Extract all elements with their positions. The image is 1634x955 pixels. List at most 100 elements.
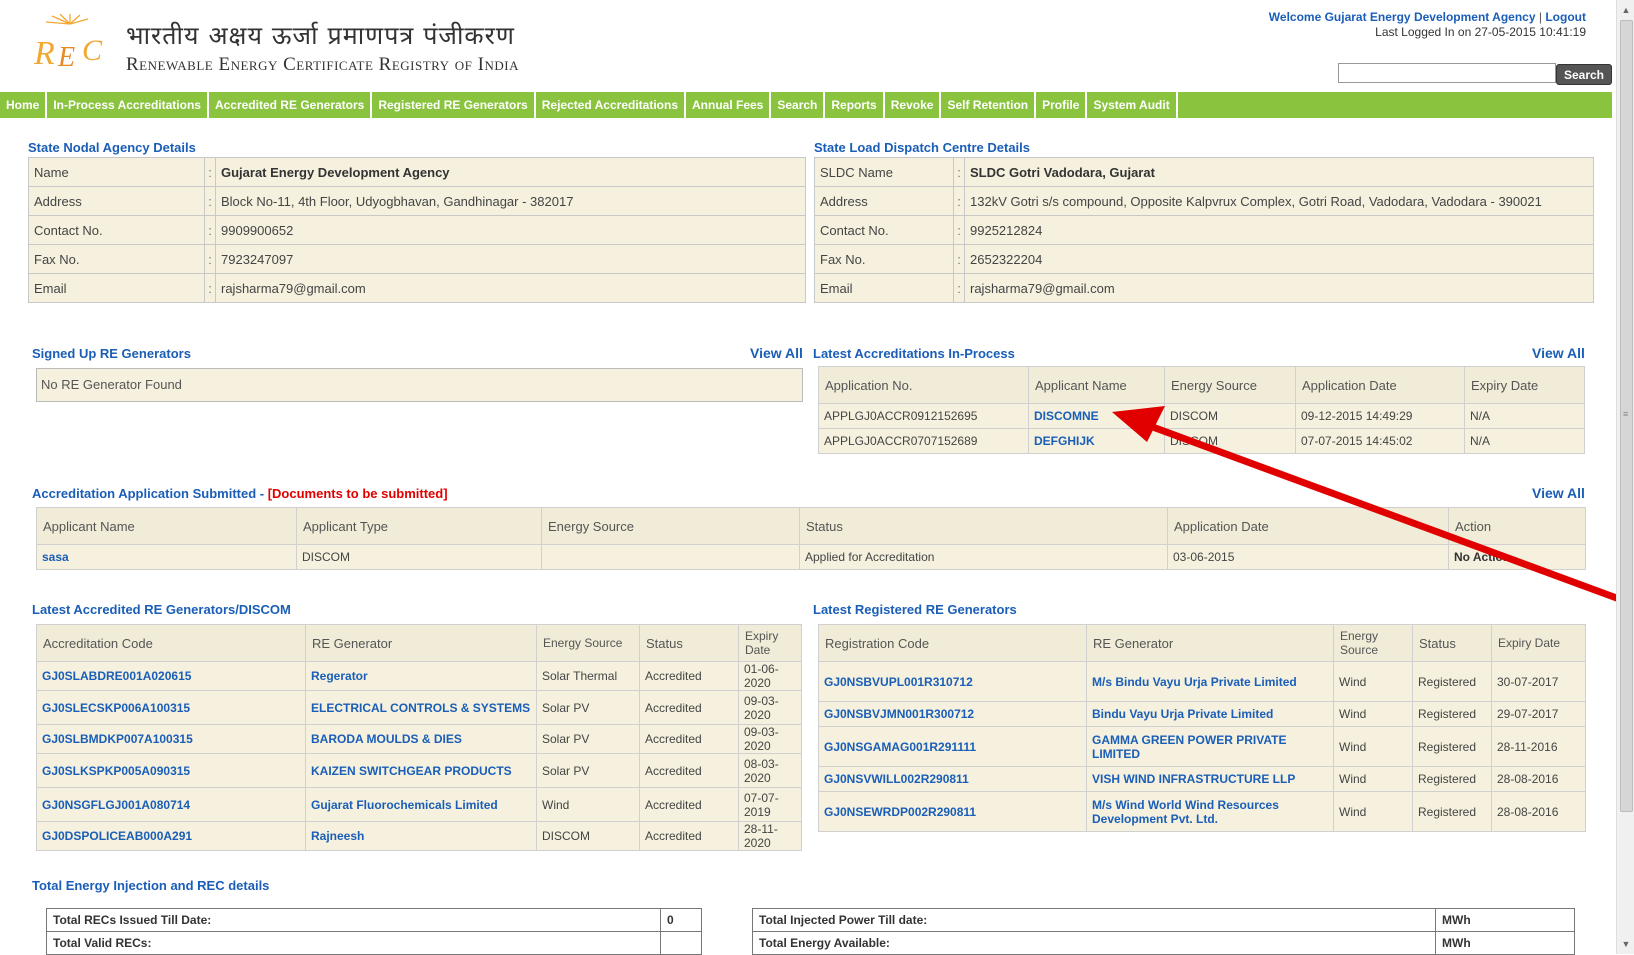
cell-application-date: 09-12-2015 14:49:29	[1295, 403, 1465, 429]
totals-row: Total Energy Available: MWh	[752, 931, 1575, 955]
accredited-title: Latest Accredited RE Generators/DISCOM	[32, 602, 291, 617]
table-row: GJ0SLECSKP006A100315 ELECTRICAL CONTROLS…	[36, 690, 802, 725]
cell-application-no: APPLGJ0ACCR0707152689	[818, 428, 1029, 454]
cell-accreditation-code-link[interactable]: GJ0DSPOLICEAB000A291	[36, 821, 306, 851]
search-input[interactable]	[1338, 63, 1556, 83]
col-accreditation-code: Accreditation Code	[36, 624, 306, 662]
cell-applicant-name-link[interactable]: DISCOMNE	[1028, 403, 1165, 429]
cell-re-generator-link[interactable]: ELECTRICAL CONTROLS & SYSTEMS	[305, 690, 537, 725]
nav-revoke[interactable]: Revoke	[885, 92, 942, 118]
cell-energy-source: Wind	[536, 787, 640, 822]
cell-registration-code-link[interactable]: GJ0NSEWRDP002R290811	[818, 791, 1087, 832]
vertical-scrollbar[interactable]: ▲ ≡ ▼	[1616, 0, 1634, 954]
cell-registration-code-link[interactable]: GJ0NSGAMAG001R291111	[818, 726, 1087, 767]
cell-re-generator-link[interactable]: Gujarat Fluorochemicals Limited	[305, 787, 537, 822]
cell-re-generator-link[interactable]: KAIZEN SWITCHGEAR PRODUCTS	[305, 753, 537, 788]
cell-re-generator-link[interactable]: Regerator	[305, 661, 537, 691]
cell-re-generator-link[interactable]: M/s Bindu Vayu Urja Private Limited	[1086, 661, 1334, 702]
info-value: Block No-11, 4th Floor, Udyogbhavan, Gan…	[215, 186, 806, 216]
svg-text:E: E	[57, 42, 75, 73]
cell-application-no: APPLGJ0ACCR0912152695	[818, 403, 1029, 429]
cell-expiry-date: 28-11-2016	[1491, 726, 1586, 767]
cell-energy-source: DISCOM	[1164, 403, 1296, 429]
nav-reports[interactable]: Reports	[825, 92, 885, 118]
nav-accredited-re-generators[interactable]: Accredited RE Generators	[209, 92, 373, 118]
nav-rejected-accreditations[interactable]: Rejected Accreditations	[536, 92, 686, 118]
signed-up-empty-text: No RE Generator Found	[41, 377, 182, 392]
cell-re-generator-link[interactable]: M/s Wind World Wind Resources Developmen…	[1086, 791, 1334, 832]
scroll-down-arrow-icon[interactable]: ▼	[1617, 936, 1634, 952]
nav-search[interactable]: Search	[771, 92, 826, 118]
state-nodal-table: Name: Gujarat Energy Development Agency A…	[28, 157, 806, 303]
cell-accreditation-code-link[interactable]: GJ0SLABDRE001A020615	[36, 661, 306, 691]
cell-expiry-date: N/A	[1464, 428, 1585, 454]
main-nav: Home In-Process Accreditations Accredite…	[0, 92, 1612, 118]
cell-applicant-name-link[interactable]: sasa	[36, 544, 297, 570]
sldc-table: SLDC Name: SLDC Gotri Vadodara, Gujarat A…	[814, 157, 1594, 303]
table-row: GJ0DSPOLICEAB000A291 Rajneesh DISCOM Acc…	[36, 821, 802, 851]
cell-expiry-date: 07-07-2019	[738, 787, 802, 822]
cell-expiry-date: 09-03-2020	[738, 690, 802, 725]
inprocess-view-all[interactable]: View All	[1532, 345, 1585, 361]
sldc-title: State Load Dispatch Centre Details	[814, 140, 1030, 155]
cell-re-generator-link[interactable]: Bindu Vayu Urja Private Limited	[1086, 701, 1334, 727]
cell-registration-code-link[interactable]: GJ0NSBVJMN001R300712	[818, 701, 1087, 727]
info-value: SLDC Gotri Vadodara, Gujarat	[964, 157, 1594, 187]
totals-title: Total Energy Injection and REC details	[32, 878, 270, 893]
cell-accreditation-code-link[interactable]: GJ0SLKSPKP005A090315	[36, 753, 306, 788]
cell-energy-source: Wind	[1333, 766, 1413, 792]
info-sep: :	[204, 244, 216, 274]
nav-profile[interactable]: Profile	[1036, 92, 1088, 118]
info-value: rajsharma79@gmail.com	[215, 273, 806, 303]
col-status: Status	[799, 507, 1168, 545]
nav-registered-re-generators[interactable]: Registered RE Generators	[372, 92, 536, 118]
site-title-hindi: भारतीय अक्षय ऊर्जा प्रमाणपत्र पंजीकरण	[126, 21, 515, 50]
info-row: Email: rajsharma79@gmail.com	[814, 273, 1594, 303]
table-header-row: Applicant Name Applicant Type Energy Sou…	[36, 507, 1586, 545]
submitted-view-all[interactable]: View All	[1532, 485, 1585, 501]
cell-registration-code-link[interactable]: GJ0NSVWILL002R290811	[818, 766, 1087, 792]
info-label: Address	[814, 186, 954, 216]
info-row: Fax No.:2652322204	[814, 244, 1594, 274]
scroll-thumb[interactable]: ≡	[1620, 20, 1633, 812]
info-label: Fax No.	[814, 244, 954, 274]
col-action: Action	[1448, 507, 1586, 545]
welcome-text: Welcome Gujarat Energy Development Agenc…	[1268, 10, 1536, 24]
col-expiry-date: Expiry Date	[1464, 366, 1585, 404]
cell-registration-code-link[interactable]: GJ0NSBVUPL001R310712	[818, 661, 1087, 702]
nav-self-retention[interactable]: Self Retention	[941, 92, 1037, 118]
totals-row: Total Injected Power Till date: MWh	[752, 908, 1575, 932]
logout-link[interactable]: Logout	[1545, 10, 1586, 24]
cell-application-date: 07-07-2015 14:45:02	[1295, 428, 1465, 454]
nav-system-audit[interactable]: System Audit	[1087, 92, 1178, 118]
cell-re-generator-link[interactable]: GAMMA GREEN POWER PRIVATE LIMITED	[1086, 726, 1334, 767]
cell-re-generator-link[interactable]: BARODA MOULDS & DIES	[305, 724, 537, 754]
totals-label: Total RECs Issued Till Date:	[46, 908, 661, 932]
welcome-bar: Welcome Gujarat Energy Development Agenc…	[1269, 10, 1586, 24]
cell-accreditation-code-link[interactable]: GJ0SLECSKP006A100315	[36, 690, 306, 725]
cell-status: Registered	[1412, 661, 1492, 702]
info-sep: :	[953, 157, 965, 187]
search-button[interactable]: Search	[1556, 64, 1612, 85]
table-row: GJ0NSGAMAG001R291111 GAMMA GREEN POWER P…	[818, 726, 1586, 767]
nav-in-process-accreditations[interactable]: In-Process Accreditations	[47, 92, 209, 118]
col-energy-source: Energy Source	[1164, 366, 1296, 404]
cell-accreditation-code-link[interactable]: GJ0SLBMDKP007A100315	[36, 724, 306, 754]
cell-re-generator-link[interactable]: Rajneesh	[305, 821, 537, 851]
col-application-date: Application Date	[1295, 366, 1465, 404]
nav-annual-fees[interactable]: Annual Fees	[686, 92, 772, 118]
col-status: Status	[639, 624, 739, 662]
cell-accreditation-code-link[interactable]: GJ0NSGFLGJ001A080714	[36, 787, 306, 822]
header: R E C भारतीय अक्षय ऊर्जा प्रमाणपत्र पंजी…	[0, 0, 1612, 88]
inprocess-table: Application No. Applicant Name Energy So…	[818, 366, 1585, 454]
scroll-up-arrow-icon[interactable]: ▲	[1617, 2, 1634, 18]
signed-up-view-all[interactable]: View All	[750, 345, 803, 361]
col-energy-source: Energy Source	[541, 507, 800, 545]
col-registration-code: Registration Code	[818, 624, 1087, 662]
cell-applicant-name-link[interactable]: DEFGHIJK	[1028, 428, 1165, 454]
nav-home[interactable]: Home	[0, 92, 48, 118]
cell-re-generator-link[interactable]: VISH WIND INFRASTRUCTURE LLP	[1086, 766, 1334, 792]
cell-energy-source: DISCOM	[536, 821, 640, 851]
cell-energy-source: Wind	[1333, 726, 1413, 767]
info-value: 9909900652	[215, 215, 806, 245]
